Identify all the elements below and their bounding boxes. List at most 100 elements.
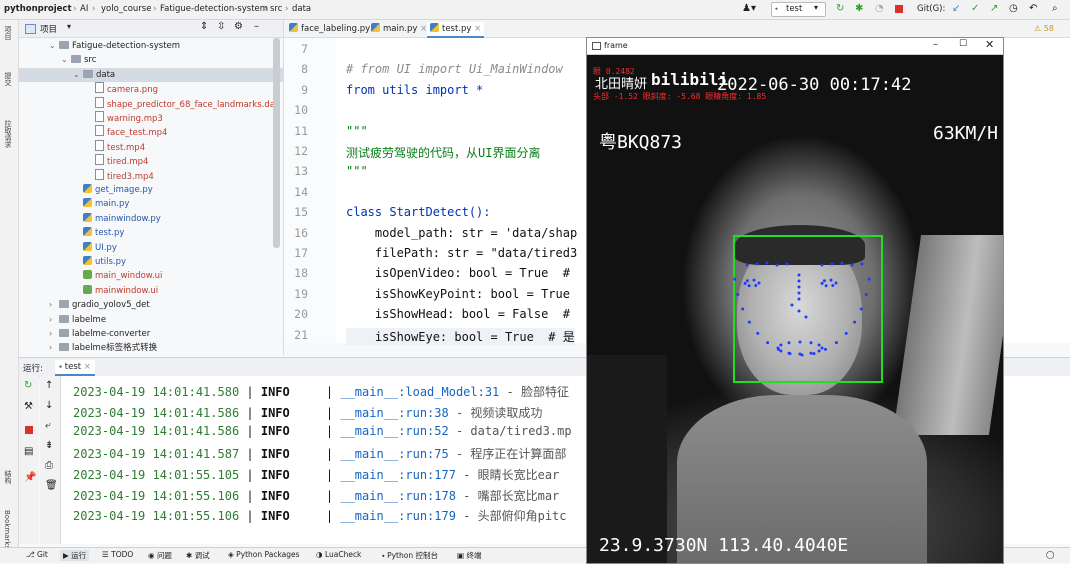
tree-item[interactable]: mainwindow.py xyxy=(73,212,161,226)
project-tool-button[interactable]: 项目 xyxy=(3,26,13,40)
down-icon[interactable]: ↓ xyxy=(45,400,53,411)
tree-item[interactable]: main_window.ui xyxy=(73,269,162,283)
log-line[interactable]: 2023-04-19 14:01:41.586 | INFO | __main_… xyxy=(73,404,542,421)
chevron-icon[interactable]: ⌄ xyxy=(61,53,71,67)
code-line[interactable]: model_path: str = 'data/shap xyxy=(346,226,577,240)
user-icon[interactable]: ♟▾ xyxy=(742,3,756,15)
tree-item[interactable]: test.py xyxy=(73,226,124,240)
breadcrumb-project[interactable]: pythonproject xyxy=(4,4,72,14)
stop-icon[interactable] xyxy=(895,5,903,13)
trash-icon[interactable]: 🗑 xyxy=(45,480,58,491)
rerun-icon[interactable]: ↻ xyxy=(24,380,32,391)
chevron-icon[interactable]: › xyxy=(49,313,59,327)
pull-request-tool-button[interactable]: 拉取请求 xyxy=(3,120,13,148)
tree-item[interactable]: face_test.mp4 xyxy=(85,125,167,139)
code-line[interactable]: from utils import * xyxy=(346,83,483,97)
hide-panel-icon[interactable]: – xyxy=(254,21,259,32)
code-line[interactable]: isOpenVideo: bool = True # xyxy=(346,266,570,280)
chevron-down-icon[interactable]: ▾ xyxy=(67,22,71,31)
frame-window[interactable]: frame – ☐ ✕ 北田晴妍 bilibili 2022-06-30 00:… xyxy=(586,37,1004,564)
git-commit-icon[interactable]: ✓ xyxy=(971,3,979,15)
event-log-icon[interactable]: ◯ xyxy=(1046,550,1054,559)
tree-item[interactable]: ⌄ src xyxy=(61,53,96,67)
log-line[interactable]: 2023-04-19 14:01:55.105 | INFO | __main_… xyxy=(73,466,559,483)
chevron-icon[interactable]: › xyxy=(49,298,59,312)
gear-icon[interactable]: ⚙ xyxy=(234,21,243,32)
code-line[interactable]: isShowHead: bool = False # xyxy=(346,307,570,321)
code-line[interactable]: filePath: str = "data/tired3 xyxy=(346,246,577,260)
code-line[interactable]: """ xyxy=(346,124,368,138)
code-line[interactable]: isShowEye: bool = True # 是 xyxy=(346,327,575,345)
rollback-icon[interactable]: ↶ xyxy=(1029,3,1037,15)
warning-count[interactable]: ⚠ 58 xyxy=(1034,24,1054,33)
tree-item[interactable]: › labelme xyxy=(49,313,106,327)
breadcrumb-fatigue[interactable]: Fatigue-detection-system xyxy=(160,4,268,14)
close-icon[interactable]: × xyxy=(84,362,91,372)
statusbar-python-packages[interactable]: ◈ Python Packages xyxy=(228,550,300,559)
soft-wrap-icon[interactable]: ⤶ xyxy=(45,420,51,431)
tree-item[interactable]: › labelme-converter xyxy=(49,327,150,341)
tree-item[interactable]: tired.mp4 xyxy=(85,154,148,168)
code-line[interactable]: class StartDetect(): xyxy=(346,205,491,219)
tree-item[interactable]: main.py xyxy=(73,197,129,211)
statusbar-python-console[interactable]: ⬩ Python 控制台 xyxy=(382,550,438,561)
statusbar-todo[interactable]: ☰ TODO xyxy=(102,550,133,559)
statusbar-git[interactable]: ⎇ Git xyxy=(26,550,48,559)
layout-icon[interactable]: ▤ xyxy=(24,446,33,457)
commit-tool-button[interactable]: 提交 xyxy=(3,72,13,86)
statusbar-luacheck[interactable]: ◑ LuaCheck xyxy=(316,550,361,559)
code-line[interactable]: isShowKeyPoint: bool = True xyxy=(346,287,570,301)
run-config-select[interactable]: ⬩ test ▾ xyxy=(771,2,826,17)
chevron-icon[interactable]: ⌄ xyxy=(73,68,83,82)
structure-tool-button[interactable]: 结构 xyxy=(3,470,13,484)
log-line[interactable]: 2023-04-19 14:01:55.106 | INFO | __main_… xyxy=(73,507,567,524)
print-icon[interactable]: ⎙ xyxy=(45,460,53,471)
minimize-button[interactable]: – xyxy=(933,39,938,50)
frame-title-bar[interactable]: frame – ☐ ✕ xyxy=(587,38,1003,55)
code-line[interactable]: 测试疲劳驾驶的代码，从UI界面分离 xyxy=(346,144,540,161)
breadcrumb-data[interactable]: data xyxy=(292,4,311,14)
stop-icon[interactable] xyxy=(25,426,33,434)
tree-item[interactable]: UI.py xyxy=(73,241,117,255)
history-icon[interactable]: ◷ xyxy=(1009,3,1018,15)
tree-item[interactable]: › gradio_yolov5_det xyxy=(49,298,150,312)
expand-all-icon[interactable]: ⇕ xyxy=(200,21,208,32)
breadcrumb-src[interactable]: src xyxy=(270,4,282,14)
tree-item[interactable]: mainwindow.ui xyxy=(73,284,158,298)
statusbar-terminal[interactable]: ▣ 终端 xyxy=(457,550,481,561)
bookmarks-tool-button[interactable]: Bookmarks xyxy=(3,510,11,549)
close-icon[interactable]: × xyxy=(474,24,481,34)
close-button[interactable]: ✕ xyxy=(985,38,994,51)
git-push-icon[interactable]: ↗ xyxy=(990,3,998,15)
up-icon[interactable]: ↑ xyxy=(45,380,53,391)
breadcrumb-ai[interactable]: AI xyxy=(80,4,88,14)
code-line[interactable]: # from UI import Ui_MainWindow xyxy=(346,62,563,76)
log-line[interactable]: 2023-04-19 14:01:41.580 | INFO | __main_… xyxy=(73,383,569,400)
rerun-icon[interactable]: ↻ xyxy=(836,3,844,15)
git-update-icon[interactable]: ↙ xyxy=(952,3,960,15)
breadcrumb-yolo-course[interactable]: yolo_course xyxy=(101,4,151,14)
collapse-all-icon[interactable]: ⇳ xyxy=(217,21,225,32)
chevron-icon[interactable]: › xyxy=(49,327,59,341)
chevron-icon[interactable]: ⌄ xyxy=(49,39,59,53)
log-line[interactable]: 2023-04-19 14:01:55.106 | INFO | __main_… xyxy=(73,487,559,504)
scroll-end-icon[interactable]: ⇟ xyxy=(45,440,53,451)
project-view-label[interactable]: 项目 xyxy=(40,23,57,35)
pin-icon[interactable]: 📌 xyxy=(24,472,36,483)
tab-test[interactable]: test.py × xyxy=(427,22,485,38)
maximize-button[interactable]: ☐ xyxy=(959,39,967,49)
run-tab-test[interactable]: ⬩ test × xyxy=(55,360,95,376)
tree-scrollbar[interactable] xyxy=(273,38,280,248)
tree-item[interactable]: › labelme标签格式转换 xyxy=(49,341,157,355)
tree-item[interactable]: tired3.mp4 xyxy=(85,168,154,183)
statusbar-debug[interactable]: ✱ 调试 xyxy=(186,550,210,561)
coverage-icon[interactable]: ◔ xyxy=(875,3,884,15)
tree-item[interactable]: shape_predictor_68_face_landmarks.dat xyxy=(85,96,278,111)
tree-item[interactable]: warning.mp3 xyxy=(85,111,163,125)
chevron-icon[interactable]: › xyxy=(49,341,59,355)
tree-item[interactable]: ⌄ data xyxy=(19,67,328,82)
tree-item[interactable]: test.mp4 xyxy=(85,139,145,154)
log-line[interactable]: 2023-04-19 14:01:41.586 | INFO | __main_… xyxy=(73,424,572,438)
tree-item[interactable]: ⌄ Fatigue-detection-system xyxy=(49,39,180,53)
log-line[interactable]: 2023-04-19 14:01:41.587 | INFO | __main_… xyxy=(73,445,566,462)
